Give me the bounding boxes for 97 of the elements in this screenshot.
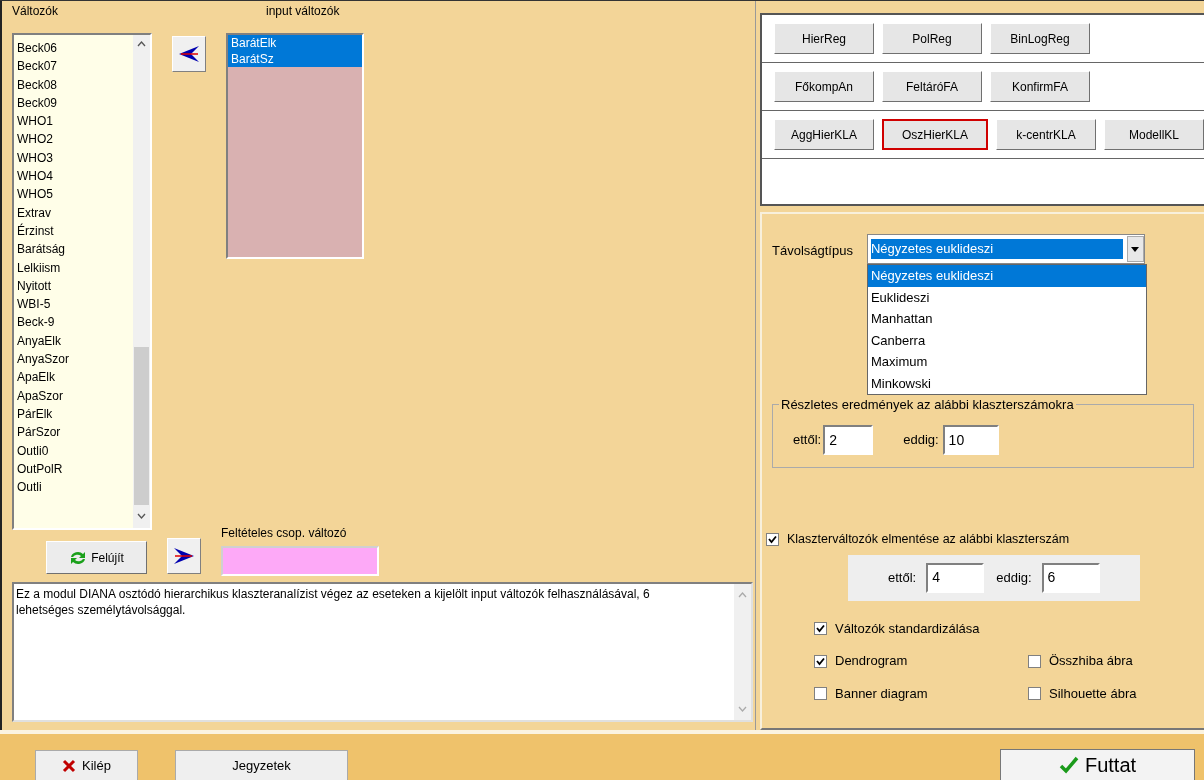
scrollbar-thumb[interactable]: [134, 347, 149, 505]
exit-button[interactable]: Kilép: [35, 750, 138, 780]
module-button[interactable]: OszHierKLA: [882, 119, 988, 150]
module-button[interactable]: FőkompAn: [774, 71, 874, 102]
dropdown-value: Négyzetes euklideszi: [870, 239, 1123, 259]
variable-item[interactable]: WHO3: [17, 148, 133, 168]
module-button[interactable]: k-centrKLA: [996, 119, 1096, 150]
variable-item[interactable]: Érzinst: [17, 221, 133, 241]
input-variables-label: input változók: [266, 4, 341, 18]
from-field[interactable]: 2: [823, 425, 874, 455]
check-icon: [1058, 756, 1079, 774]
module-button[interactable]: BinLogReg: [990, 23, 1090, 54]
checkbox[interactable]: [1028, 687, 1041, 700]
check-icon: [768, 534, 777, 544]
refresh-icon: [69, 549, 88, 566]
variable-item[interactable]: Beck-9: [17, 313, 133, 332]
module-button[interactable]: PolReg: [882, 23, 982, 54]
move-right-button[interactable]: [167, 538, 201, 574]
scroll-up-icon: [738, 592, 747, 598]
variable-item[interactable]: PárSzor: [17, 423, 133, 442]
variable-item[interactable]: Nyitott: [17, 276, 133, 296]
variable-item[interactable]: AnyaElk: [17, 331, 133, 351]
option-checkbox[interactable]: Banner diagram: [814, 683, 1028, 704]
scroll-down-icon: [137, 513, 146, 519]
condition-label: Feltételes csop. változó: [221, 526, 348, 540]
variable-item[interactable]: WHO1: [17, 112, 133, 131]
to-field[interactable]: 6: [1041, 562, 1100, 593]
right-arrow-icon: [173, 547, 195, 565]
variables-list[interactable]: Beck06 Beck07 Beck08 Beck09 WHO1 WHO2 WHO3 WHO4 WHO5 Extrav Érzinst Barátság Lelkiism Nyitott WBI-5 Beck-9 AnyaElk AnyaSzor ApaElk ApaSzor PárElk PárSzor Outli0 OutPolR Outli: [12, 33, 152, 530]
notes-button[interactable]: Jegyzetek: [175, 750, 348, 780]
checkbox[interactable]: [814, 622, 827, 635]
from-label: ettől:: [888, 569, 917, 587]
variables-label: Változók: [12, 4, 60, 18]
module-button[interactable]: AggHierKLA: [774, 119, 874, 150]
check-icon: [816, 656, 825, 666]
checkbox[interactable]: [1028, 654, 1041, 668]
option-checkbox[interactable]: Dendrogram: [814, 651, 1028, 671]
checkbox[interactable]: [766, 532, 779, 546]
close-icon: [62, 758, 77, 773]
to-field[interactable]: 10: [942, 425, 999, 455]
option-checkbox[interactable]: Silhouette ábra: [1028, 683, 1137, 704]
module-button[interactable]: ModellKL: [1104, 119, 1204, 150]
move-left-button[interactable]: [172, 36, 206, 72]
variable-item[interactable]: Extrav: [17, 203, 133, 222]
save-cluster-vars-checkbox[interactable]: Klaszterváltozók elmentése az alábbi klaszterszám: [766, 530, 1194, 549]
variable-item[interactable]: AnyaSzor: [17, 350, 133, 369]
variable-item[interactable]: Outli: [17, 478, 133, 497]
condition-field[interactable]: [221, 546, 379, 576]
distance-label: Távolságtípus: [772, 242, 853, 260]
to-label: eddig:: [996, 569, 1032, 587]
variable-item[interactable]: Barátság: [17, 240, 133, 259]
option-checkbox[interactable]: Változók standardizálása: [814, 618, 1028, 639]
variable-item[interactable]: Beck09: [17, 93, 133, 113]
variable-item[interactable]: ApaSzor: [17, 386, 133, 405]
variable-item[interactable]: WHO5: [17, 185, 133, 204]
dropdown-option[interactable]: Canberra: [867, 329, 1146, 351]
variable-item[interactable]: WHO2: [17, 130, 133, 149]
variable-item[interactable]: WBI-5: [17, 295, 133, 314]
from-field[interactable]: 4: [926, 562, 985, 593]
variable-item[interactable]: OutPolR: [17, 459, 133, 479]
run-button[interactable]: Futtat: [1000, 749, 1195, 780]
to-label: eddig:: [903, 431, 939, 450]
checkbox[interactable]: [814, 654, 827, 668]
distance-dropdown[interactable]: Négyzetes euklideszi: [866, 234, 1145, 264]
dropdown-option[interactable]: Minkowski: [867, 372, 1146, 394]
variable-item[interactable]: Beck06: [17, 39, 133, 58]
input-variable-item[interactable]: BarátSz: [228, 51, 362, 67]
module-button[interactable]: FeltáróFA: [882, 71, 982, 102]
module-button[interactable]: KonfirmFA: [990, 71, 1090, 102]
checkbox[interactable]: [814, 687, 827, 700]
scrollbar[interactable]: [133, 35, 150, 528]
input-variable-item[interactable]: BarátElk: [228, 35, 362, 51]
description-box[interactable]: Ez a modul DIANA osztódó hierarchikus klaszteranalízist végez az eseteken a kijelölt input változók felhasználásával, 6 lehetséges személytávolsággal.: [12, 582, 753, 722]
variable-item[interactable]: Outli0: [17, 441, 133, 460]
dropdown-option[interactable]: Maximum: [867, 351, 1146, 373]
scroll-up-icon: [137, 41, 146, 47]
check-icon: [816, 624, 825, 633]
input-variables-list[interactable]: BarátElk BarátSz: [226, 33, 364, 259]
left-arrow-icon: [178, 45, 200, 63]
variable-item[interactable]: Beck07: [17, 57, 133, 76]
option-checkbox[interactable]: Összhiba ábra: [1028, 651, 1133, 671]
caret-icon: [1131, 246, 1140, 252]
variable-item[interactable]: Lelkiism: [17, 258, 133, 277]
dropdown-option[interactable]: Négyzetes euklideszi: [867, 265, 1146, 287]
description-text: Ez a modul DIANA osztódó hierarchikus klaszteranalízist végez az eseteken a kijelölt input változók felhasználásával, 6 lehetséges személytávolsággal.: [15, 586, 651, 619]
refresh-button[interactable]: Felújít: [46, 541, 147, 574]
variable-item[interactable]: PárElk: [17, 404, 133, 424]
dropdown-option[interactable]: Manhattan: [867, 308, 1146, 330]
from-label: ettől:: [793, 431, 822, 450]
scrollbar[interactable]: [734, 584, 751, 720]
module-button[interactable]: HierReg: [774, 23, 874, 54]
variable-item[interactable]: ApaElk: [17, 368, 133, 387]
dropdown-caret-button[interactable]: [1126, 236, 1144, 262]
variable-item[interactable]: Beck08: [17, 75, 133, 94]
variable-item[interactable]: WHO4: [17, 167, 133, 186]
scroll-down-icon: [738, 706, 747, 712]
dropdown-option[interactable]: Euklideszi: [867, 286, 1146, 308]
